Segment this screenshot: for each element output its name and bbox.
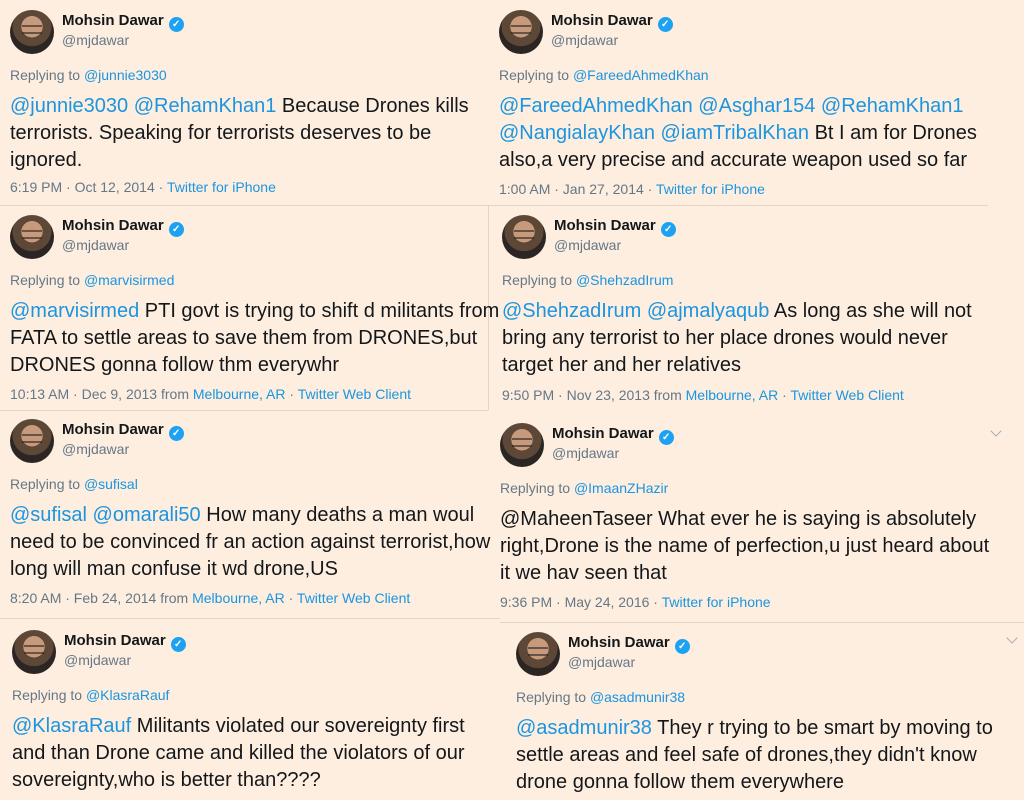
tweet-card[interactable]: Mohsin Dawar ✓ @mjdawar Replying to @Sheh… [502,215,1002,405]
avatar[interactable] [516,632,560,676]
tweet-meta: 6:19 PM · Oct 12, 2014 · Twitter for iPh… [10,179,276,195]
tweet-text: @marvisirmed PTI govt is trying to shift… [10,300,500,376]
author-name[interactable]: Mohsin Dawar ✓ [62,217,184,237]
replying-to-link[interactable]: @junnie3030 [84,67,167,83]
replying-to: Replying to @FareedAhmedKhan [499,67,709,83]
replying-to: Replying to @KlasraRauf [12,687,170,703]
author-handle[interactable]: @mjdawar [551,32,618,48]
location-link[interactable]: Melbourne, AR [192,590,285,606]
replying-to: Replying to @marvisirmed [10,272,175,288]
tweet-mentions[interactable]: @asadmunir38 [516,717,652,739]
tweet-card[interactable]: Mohsin Dawar ✓ @mjdawar Replying to @sufi… [10,419,490,609]
row-divider [0,410,488,411]
replying-to: Replying to @sufisal [10,476,138,492]
row-divider [0,618,500,619]
replying-to: Replying to @asadmunir38 [516,689,686,705]
replying-to-link[interactable]: @marvisirmed [84,272,174,288]
timestamp[interactable]: 1:00 AM · Jan 27, 2014 · [499,181,656,197]
author-handle[interactable]: @mjdawar [552,445,619,461]
row-divider [500,622,1024,623]
tweet-card[interactable]: Mohsin Dawar ✓ @mjdawar Replying to @marv… [10,215,499,405]
replying-to: Replying to @ShehzadIrum [502,272,674,288]
tweet-card[interactable]: Mohsin Dawar ✓ @mjdawar Replying to @Fare… [499,10,999,200]
author-handle[interactable]: @mjdawar [62,237,129,253]
tweet-mentions[interactable]: @ShehzadIrum @ajmalyaqub [502,300,769,322]
client-link[interactable]: Twitter Web Client [790,387,903,403]
replying-to-link[interactable]: @FareedAhmedKhan [573,67,709,83]
author-name[interactable]: Mohsin Dawar ✓ [64,632,186,652]
avatar[interactable] [10,10,54,54]
author-handle[interactable]: @mjdawar [64,652,131,668]
verified-badge-icon: ✓ [170,637,186,652]
timestamp[interactable]: 6:19 PM · Oct 12, 2014 · [10,179,167,195]
tweet-card[interactable]: Mohsin Dawar ✓ @mjdawar Replying to @junn… [10,10,490,200]
tweet-meta: 8:20 AM · Feb 24, 2014 from Melbourne, A… [10,590,411,606]
timestamp[interactable]: 10:13 AM · Dec 9, 2013 from [10,386,193,402]
location-link[interactable]: Melbourne, AR [193,386,286,402]
verified-badge-icon: ✓ [657,17,673,32]
tweet-text: @MaheenTaseer What ever he is saying is … [500,508,990,584]
author-name[interactable]: Mohsin Dawar ✓ [552,425,674,445]
replying-to-link[interactable]: @ShehzadIrum [576,272,673,288]
author-name[interactable]: Mohsin Dawar ✓ [551,12,673,32]
replying-to: Replying to @junnie3030 [10,67,167,83]
client-link[interactable]: Twitter Web Client [297,590,410,606]
author-handle[interactable]: @mjdawar [554,237,621,253]
tweet-card[interactable]: Mohsin Dawar ✓ @mjdawar Replying to @asad… [516,632,1021,800]
avatar[interactable] [500,423,544,467]
tweet-meta: 1:00 AM · Jan 27, 2014 · Twitter for iPh… [499,181,765,197]
timestamp[interactable]: 8:20 AM · Feb 24, 2014 from [10,590,192,606]
avatar[interactable] [502,215,546,259]
avatar[interactable] [10,419,54,463]
location-link[interactable]: Melbourne, AR [686,387,779,403]
tweet-card[interactable]: Mohsin Dawar ✓ @mjdawar Replying to @Imaa… [500,423,1000,615]
timestamp[interactable]: 9:36 PM · May 24, 2016 · [500,594,662,610]
verified-badge-icon: ✓ [658,430,674,445]
client-link[interactable]: Twitter for iPhone [167,179,276,195]
tweet-text: @ShehzadIrum @ajmalyaqub As long as she … [502,300,972,376]
client-link[interactable]: Twitter for iPhone [656,181,765,197]
avatar[interactable] [10,215,54,259]
tweet-text: @junnie3030 @RehamKhan1 Because Drones k… [10,95,469,171]
author-handle[interactable]: @mjdawar [62,441,129,457]
author-handle[interactable]: @mjdawar [568,654,635,670]
tweet-card[interactable]: Mohsin Dawar ✓ @mjdawar Replying to @Klas… [12,630,500,800]
tweet-text: @sufisal @omarali50 How many deaths a ma… [10,504,491,580]
tweet-mentions[interactable]: @sufisal @omarali50 [10,504,201,526]
timestamp[interactable]: 9:50 PM · Nov 23, 2013 from [502,387,686,403]
tweet-meta: 9:36 PM · May 24, 2016 · Twitter for iPh… [500,594,771,610]
tweet-mentions[interactable]: @KlasraRauf [12,715,131,737]
replying-to-link[interactable]: @sufisal [84,476,138,492]
replying-to-link[interactable]: @asadmunir38 [590,689,685,705]
tweet-meta: 9:50 PM · Nov 23, 2013 from Melbourne, A… [502,387,904,403]
avatar[interactable] [499,10,543,54]
author-name[interactable]: Mohsin Dawar ✓ [62,421,184,441]
author-handle[interactable]: @mjdawar [62,32,129,48]
tweet-text: @KlasraRauf Militants violated our sover… [12,715,465,791]
replying-to-link[interactable]: @KlasraRauf [86,687,169,703]
row-divider [488,205,988,206]
avatar[interactable] [12,630,56,674]
verified-badge-icon: ✓ [168,426,184,441]
tweet-meta: 10:13 AM · Dec 9, 2013 from Melbourne, A… [10,386,412,402]
verified-badge-icon: ✓ [168,17,184,32]
verified-badge-icon: ✓ [660,222,676,237]
row-divider [0,205,488,206]
replying-to-link[interactable]: @ImaanZHazir [574,480,668,496]
tweet-mentions[interactable]: @junnie3030 @RehamKhan1 [10,95,276,117]
replying-to: Replying to @ImaanZHazir [500,480,669,496]
author-name[interactable]: Mohsin Dawar ✓ [568,634,690,654]
client-link[interactable]: Twitter Web Client [298,386,411,402]
client-link[interactable]: Twitter for iPhone [662,594,771,610]
author-name[interactable]: Mohsin Dawar ✓ [62,12,184,32]
verified-badge-icon: ✓ [168,222,184,237]
tweet-text: @FareedAhmedKhan @Asghar154 @RehamKhan1 … [499,95,977,171]
tweet-text: @asadmunir38 They r trying to be smart b… [516,717,993,793]
author-name[interactable]: Mohsin Dawar ✓ [554,217,676,237]
tweet-mentions[interactable]: @marvisirmed [10,300,139,322]
verified-badge-icon: ✓ [674,639,690,654]
